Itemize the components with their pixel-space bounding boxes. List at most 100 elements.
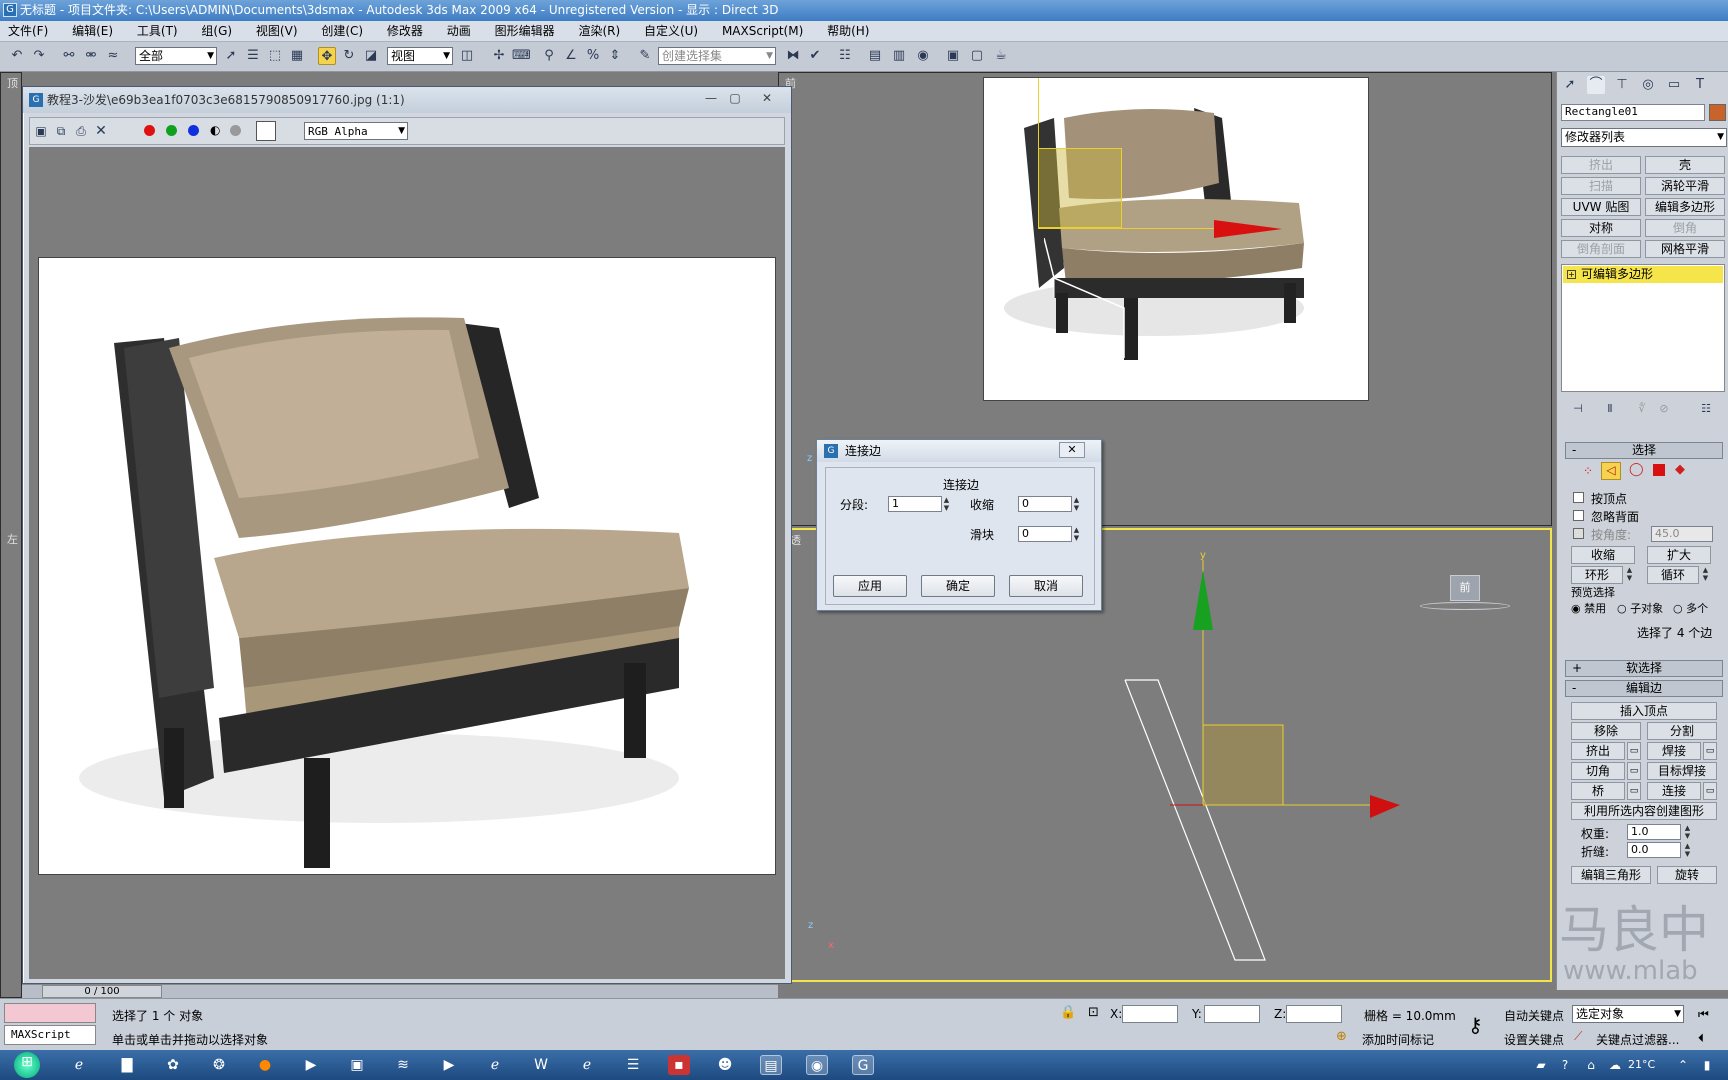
percent-snap-icon[interactable]: % [584, 47, 602, 65]
render-frame-icon[interactable]: ▢ [968, 47, 986, 65]
display-tab-icon[interactable]: ▭ [1665, 76, 1683, 94]
close-icon[interactable]: ✕ [757, 90, 777, 106]
target-weld-button[interactable]: 目标焊接 [1647, 762, 1717, 780]
modify-tab-icon[interactable]: ⌒ [1587, 76, 1605, 94]
create-tab-icon[interactable]: ➚ [1561, 76, 1579, 94]
absolute-mode-icon[interactable]: ⊡ [1088, 1005, 1099, 1020]
photo-icon[interactable]: ▣ [346, 1055, 368, 1075]
bridge-settings-icon[interactable]: ▭ [1627, 782, 1641, 800]
align-icon[interactable]: ✔ [806, 47, 824, 65]
image-viewer-window[interactable]: G 教程3-沙发\e69b3ea1f0703c3e681579085091776… [22, 86, 792, 984]
slide-spinner[interactable]: ▲ ▼ [1072, 526, 1081, 542]
rotate-icon[interactable]: ↻ [340, 47, 358, 65]
expand-icon[interactable]: + [1567, 270, 1576, 279]
goto-start-icon[interactable]: ⏮ [1698, 1007, 1709, 1022]
material-editor-icon[interactable]: ◉ [914, 47, 932, 65]
mono-channel-icon[interactable]: ◐ [210, 123, 220, 137]
modifier-symmetry-button[interactable]: 对称 [1561, 219, 1641, 237]
ok-button[interactable]: 确定 [921, 575, 995, 597]
copy-image-icon[interactable]: ⧉ [52, 122, 70, 140]
extrude-button[interactable]: 挤出 [1571, 742, 1625, 760]
prev-frame-icon[interactable]: ⏴ [1698, 1031, 1704, 1046]
key-icon[interactable]: ⚷ [1468, 1013, 1483, 1037]
print-image-icon[interactable]: ⎙ [72, 122, 90, 140]
key-filter-icon[interactable]: ⟋ [1574, 1029, 1582, 1044]
edit-named-sel-icon[interactable]: ✎ [636, 47, 654, 65]
preview-multi-radio[interactable]: ○ 多个 [1673, 600, 1708, 616]
apply-button[interactable]: 应用 [833, 575, 907, 597]
rollout-selection[interactable]: - 选择 [1565, 442, 1723, 459]
motion-tab-icon[interactable]: ◎ [1639, 76, 1657, 94]
browser-icon[interactable]: ℯ [576, 1055, 598, 1075]
app-icon-13[interactable]: ☰ [622, 1055, 644, 1075]
bridge-button[interactable]: 桥 [1571, 782, 1625, 800]
word-icon[interactable]: W [530, 1055, 552, 1075]
unlink-icon[interactable]: ⚮ [82, 47, 100, 65]
rollout-edit-edges[interactable]: - 编辑边 [1565, 680, 1723, 697]
tray-icon-last[interactable]: ▮ [1696, 1055, 1718, 1075]
app-icon[interactable]: G [3, 3, 17, 17]
angle-snap-icon[interactable]: ∠ [562, 47, 580, 65]
chamfer-button[interactable]: 切角 [1571, 762, 1625, 780]
extrude-settings-icon[interactable]: ▭ [1627, 742, 1641, 760]
view-cube-ring[interactable] [1420, 602, 1510, 610]
blue-channel-icon[interactable] [188, 125, 199, 136]
key-mode-select[interactable]: 选定对象 ▼ [1572, 1005, 1684, 1023]
reference-coord-select[interactable]: 视图 ▼ [387, 47, 453, 65]
modifier-extrude-button[interactable]: 挤出 [1561, 156, 1641, 174]
maximize-icon[interactable]: ▢ [725, 90, 745, 106]
remove-button[interactable]: 移除 [1571, 722, 1641, 740]
spinner-snap-icon[interactable]: ⇕ [606, 47, 624, 65]
auto-key-button[interactable]: 自动关键点 [1504, 1007, 1564, 1024]
element-mode-icon[interactable]: ◆ [1675, 462, 1685, 477]
quick-render-icon[interactable]: ☕ [992, 47, 1010, 65]
app-icon-8[interactable]: ≋ [392, 1055, 414, 1075]
dialog-titlebar[interactable]: G 连接边 ✕ [817, 440, 1101, 462]
by-vertex-checkbox[interactable] [1573, 492, 1584, 503]
view-cube[interactable]: 前 [1450, 575, 1480, 601]
utilities-tab-icon[interactable]: T [1691, 76, 1709, 94]
menu-file[interactable]: 文件(F) [8, 24, 48, 38]
vertex-mode-icon[interactable]: ⁘ [1583, 464, 1593, 478]
ring-spinner[interactable]: ▲ ▼ [1625, 566, 1634, 582]
preview-subobj-radio[interactable]: ○ 子对象 [1617, 600, 1663, 616]
green-channel-icon[interactable] [166, 125, 177, 136]
add-time-tag[interactable]: 添加时间标记 [1362, 1031, 1434, 1048]
connect-settings-icon[interactable]: ▭ [1703, 782, 1717, 800]
segments-spinner[interactable]: ▲ ▼ [942, 496, 951, 512]
crease-input[interactable]: 0.0 [1627, 842, 1681, 858]
tray-chevron-icon[interactable]: ⌃ [1672, 1055, 1694, 1075]
manipulate-icon[interactable]: ✢ [490, 47, 508, 65]
ie-icon-2[interactable]: ℯ [484, 1055, 506, 1075]
selection-filter-select[interactable]: 全部 ▼ [135, 47, 217, 65]
app-icon-17[interactable]: ◉ [806, 1055, 828, 1075]
ring-button[interactable]: 环形 [1571, 566, 1623, 584]
pinch-spinner[interactable]: ▲ ▼ [1072, 496, 1081, 512]
menu-maxscript[interactable]: MAXScript(M) [722, 24, 803, 38]
modifier-sweep-button[interactable]: 扫描 [1561, 177, 1641, 195]
set-key-button[interactable]: 设置关键点 [1504, 1031, 1564, 1048]
create-shape-button[interactable]: 利用所选内容创建图形 [1571, 802, 1717, 820]
clear-image-icon[interactable]: ✕ [92, 122, 110, 140]
ignore-backfacing-checkbox[interactable] [1573, 510, 1584, 521]
select-link-icon[interactable]: ⚯ [60, 47, 78, 65]
weld-button[interactable]: 焊接 [1647, 742, 1701, 760]
app-icon-3[interactable]: ✿ [162, 1055, 184, 1075]
turn-button[interactable]: 旋转 [1657, 866, 1717, 884]
rect-selection-icon[interactable]: ⬚ [266, 47, 284, 65]
mirror-icon[interactable]: ⧓ [784, 47, 802, 65]
weight-spinner[interactable]: ▲ ▼ [1683, 824, 1692, 840]
weight-input[interactable]: 1.0 [1627, 824, 1681, 840]
configure-modifier-icon[interactable]: ☷ [1697, 400, 1715, 418]
lock-icon[interactable]: 🔒 [1060, 1005, 1076, 1020]
remove-modifier-icon[interactable]: ⊘ [1655, 400, 1673, 418]
loop-spinner[interactable]: ▲ ▼ [1701, 566, 1710, 582]
select-object-icon[interactable]: ➚ [222, 47, 240, 65]
connect-edges-dialog[interactable]: G 连接边 ✕ 连接边 分段: 1 ▲ ▼ 收缩 0 ▲ ▼ 滑块 0 ▲ ▼ 应用 … [816, 439, 1102, 611]
menu-edit[interactable]: 编辑(E) [72, 24, 113, 38]
x-coord-input[interactable] [1122, 1005, 1178, 1023]
y-coord-input[interactable] [1204, 1005, 1260, 1023]
maxscript-listener-pink[interactable] [4, 1003, 96, 1023]
stack-item-editable-poly[interactable]: + 可编辑多边形 [1563, 266, 1723, 283]
modifier-shell-button[interactable]: 壳 [1645, 156, 1725, 174]
